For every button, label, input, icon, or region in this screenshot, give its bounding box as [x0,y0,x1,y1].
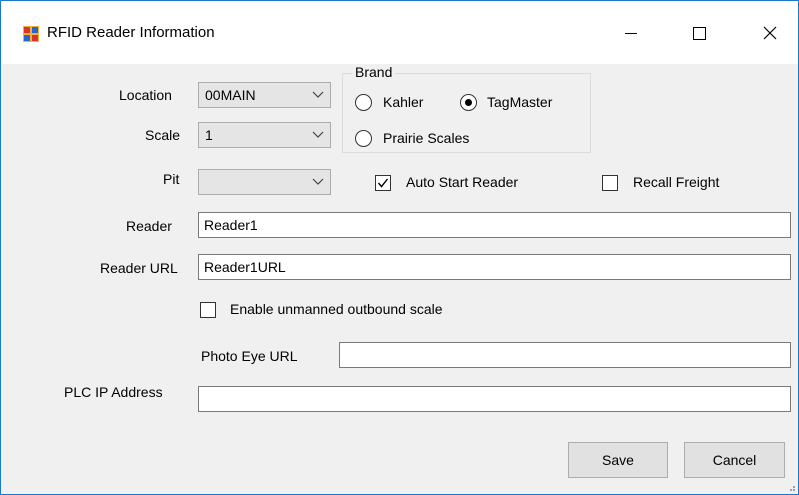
dialog-window: RFID Reader Information Location 00MAIN … [0,0,799,495]
radio-kahler[interactable] [355,94,372,111]
reader-input[interactable]: Reader1 [198,212,791,238]
recall-freight-checkbox[interactable] [602,175,618,191]
minimize-icon [625,33,637,34]
photo-eye-url-label: Photo Eye URL [201,348,298,364]
radio-tagmaster[interactable] [460,94,477,111]
unmanned-outbound-checkbox[interactable] [200,302,216,318]
auto-start-reader-label: Auto Start Reader [406,174,519,190]
title-bar[interactable]: RFID Reader Information [1,1,798,64]
reader-value: Reader1 [204,217,258,233]
close-button[interactable] [739,11,799,55]
radio-prairie-scales[interactable] [355,130,372,147]
location-value: 00MAIN [205,87,256,103]
close-icon [763,26,777,40]
chevron-down-icon [312,91,324,98]
app-window-icon [23,26,39,42]
maximize-button[interactable] [669,11,729,55]
location-combo[interactable]: 00MAIN [198,82,331,108]
reader-label: Reader [126,218,172,234]
resize-grip-icon[interactable] [786,482,796,492]
reader-url-label: Reader URL [100,260,178,276]
reader-url-value: Reader1URL [204,259,286,275]
plc-ip-address-input[interactable] [198,386,791,412]
reader-url-input[interactable]: Reader1URL [198,254,791,280]
chevron-down-icon [312,178,324,185]
radio-tagmaster-label: TagMaster [487,94,553,110]
auto-start-reader-checkbox[interactable] [375,175,391,191]
brand-group-title: Brand [352,64,396,80]
save-button[interactable]: Save [568,442,668,478]
photo-eye-url-input[interactable] [339,342,791,368]
radio-prairie-scales-label: Prairie Scales [383,130,470,146]
radio-selected-dot [465,99,472,106]
chevron-down-icon [312,131,324,138]
pit-label: Pit [163,171,180,187]
recall-freight-label: Recall Freight [633,174,720,190]
radio-kahler-label: Kahler [383,94,424,110]
scale-value: 1 [205,127,213,143]
pit-combo[interactable] [198,169,331,195]
cancel-button[interactable]: Cancel [684,442,785,478]
checkmark-icon [377,178,389,188]
plc-ip-address-label: PLC IP Address [64,384,163,400]
unmanned-outbound-label: Enable unmanned outbound scale [230,301,443,317]
maximize-icon [693,27,706,40]
scale-combo[interactable]: 1 [198,122,331,148]
location-label: Location [119,87,172,103]
window-title: RFID Reader Information [47,24,215,41]
minimize-button[interactable] [601,11,661,55]
scale-label: Scale [145,127,181,143]
